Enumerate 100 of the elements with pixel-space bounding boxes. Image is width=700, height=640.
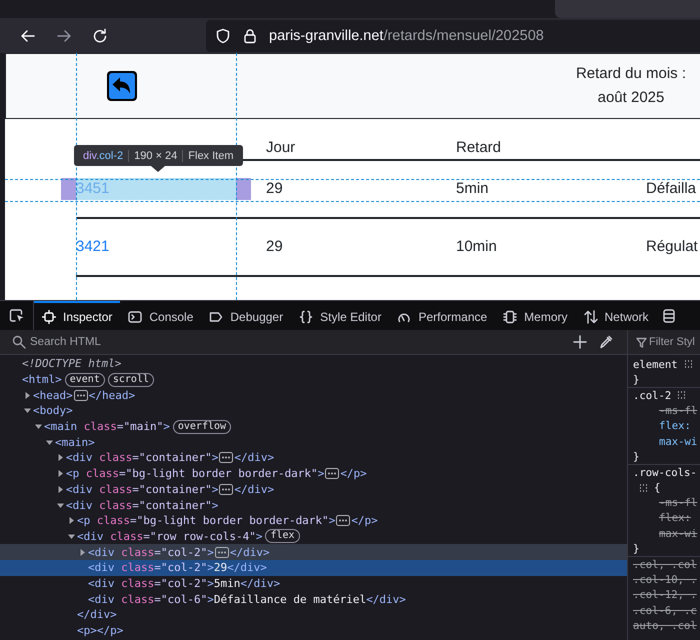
shield-icon[interactable] [215,28,231,44]
devtools-tab[interactable]: Style Editor [291,301,390,330]
markup-badge[interactable]: overflow [172,420,232,434]
collapsed-arrow-icon[interactable] [79,548,86,556]
markup-code: <div class="container"> [66,482,218,496]
markup-line[interactable]: <p class="bg-light border border-dark"> </p> [0,512,627,529]
dotted-grid-icon[interactable] [684,360,693,370]
collapsed-arrow-icon[interactable] [24,392,31,399]
filter-box[interactable]: Filter Styl [628,330,700,354]
markup-line[interactable]: <p></p> [0,622,627,638]
markup-code: <div class="col-2">29</div> [88,561,267,574]
column-header: Jour [265,138,296,158]
collapsed-arrow-icon[interactable] [68,517,75,524]
markup-code: <p></p> [77,624,124,638]
markup-code: <div class="container"> [66,451,218,464]
markup-line[interactable]: <main> [0,434,627,450]
dotted-grid-icon[interactable] [639,484,648,493]
crosshair-box-icon [42,310,56,324]
markup-code: </div> [230,546,270,559]
markup-badge[interactable]: event [64,372,105,387]
css-selector: .col-10, . [633,574,697,586]
markup-code: <div class="row row-cols-4"> [77,530,262,543]
expanded-arrow-icon[interactable] [68,532,75,540]
markup-code: </head> [88,388,136,402]
reply-arrow-icon[interactable] [107,71,137,101]
markup-code: <html> [22,373,62,386]
braces-icon [299,310,314,324]
markup-code: </p> [351,514,378,528]
terminal-icon [128,310,142,324]
month-value: août 2025 [596,88,666,108]
collapsed-arrow-icon[interactable] [57,470,64,478]
devtools-tab[interactable]: Performance [389,301,496,330]
element-selector: div.col-2 [82,150,124,162]
collapsed-content-icon[interactable] [219,484,234,495]
markup-line[interactable]: <p class="bg-light border border-dark"> </p> [0,466,627,482]
expanded-arrow-icon[interactable] [24,407,31,414]
markup-line[interactable]: <div class="col-2">5min</div> [0,576,627,592]
table-cell-text: 5min [455,179,490,199]
markup-code: <div class="col-2"> [88,546,214,559]
collapsed-content-icon[interactable] [214,546,229,558]
markup-line[interactable]: <body> [0,403,627,419]
table-cell-text: Défailla [645,179,698,199]
train-link[interactable]: 3421 [76,238,110,255]
collapsed-content-icon[interactable] [74,390,88,401]
lock-icon[interactable] [242,28,258,44]
collapsed-content-icon[interactable] [325,468,340,480]
markup-line[interactable]: <head> </head> [0,387,627,404]
markup-line[interactable]: <div class="container"> [0,497,627,513]
back-arrow-icon[interactable] [20,28,36,44]
markup-code: <main> [55,436,95,449]
markup-line[interactable]: <div class="container"> </div> [0,450,627,466]
month-title: Retard du mois : [574,64,688,84]
reload-icon[interactable] [92,28,108,44]
markup-code: </div> [234,482,274,496]
markup-line[interactable]: <!DOCTYPE html> [0,356,627,372]
css-selector: .row-cols- [633,466,697,479]
markup-line[interactable]: <main class="main"> overflow [0,418,627,434]
chip-icon [503,310,518,324]
markup-code: <head> [33,388,73,402]
search-icon [12,335,26,349]
collapsed-arrow-icon[interactable] [57,454,64,462]
tag-shape-icon [209,310,224,324]
expanded-arrow-icon[interactable] [57,502,64,509]
css-declaration: max-wi [659,436,698,448]
css-selector: auto, .col [633,620,697,632]
expanded-arrow-icon[interactable] [35,423,42,430]
up-down-arrows-icon [584,310,598,324]
css-selector: .col-2 [633,390,672,402]
markup-line[interactable]: <div class="container"> </div> [0,482,627,498]
element-size: 190 × 24 [128,150,182,162]
collapsed-arrow-icon[interactable] [57,486,64,493]
markup-code: <p class="bg-light border border-dark"> [66,467,324,480]
markup-line[interactable]: <html> event scroll [0,372,627,388]
markup-line[interactable]: <div class="row row-cols-4"> flex [0,528,627,544]
css-declaration: flex: [659,420,691,432]
devtools-tab[interactable]: Memory [495,301,576,330]
collapsed-content-icon[interactable] [336,515,350,526]
markup-badge[interactable]: scroll [108,372,154,387]
devtools-tab[interactable]: Console [120,301,202,330]
layout-label: Flex Item [182,150,239,162]
filter-field[interactable]: Filter Styl [647,336,700,348]
expanded-arrow-icon[interactable] [46,438,53,446]
markup-code: <div class="col-6">Défaillance de matériel</div> [88,592,406,606]
css-selector: element [633,358,678,371]
table-cell-text: Régulat [645,237,699,257]
cursor-box-icon[interactable] [8,308,24,324]
devtools-tab[interactable]: Network [576,301,657,330]
markup-line[interactable]: </div> [0,607,627,623]
address-bar[interactable]: paris-granville.net/retards/mensuel/202508 [206,20,700,52]
collapsed-content-icon[interactable] [219,452,234,464]
markup-badge[interactable]: flex [265,529,300,544]
opening-brace: { [654,482,660,494]
column-header: Retard [455,138,502,158]
devtools-tab[interactable]: Debugger [201,301,292,330]
table-cell-text: 29 [265,179,284,199]
dotted-grid-icon[interactable] [677,391,686,400]
markup-line[interactable]: <div class="col-6">Défaillance de matériel</div> [0,591,627,607]
css-declaration: max-wi [659,528,698,540]
markup-code: </div> [77,608,117,622]
markup-code: <!DOCTYPE html> [22,357,122,370]
